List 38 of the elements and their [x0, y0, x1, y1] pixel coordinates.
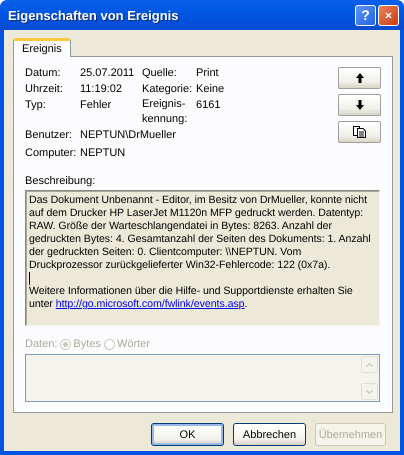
- field-label: Typ:: [25, 98, 47, 113]
- dialog-button[interactable]: Abbrechen: [233, 423, 306, 446]
- help-link[interactable]: http://go.microsoft.com/fwlink/events.asp: [56, 298, 245, 310]
- description-label: Beschreibung:: [25, 175, 96, 187]
- copy-button[interactable]: [338, 121, 381, 143]
- dialog-button[interactable]: OK: [151, 423, 224, 446]
- field-label: Uhrzeit:: [25, 82, 64, 97]
- move-up-button[interactable]: [338, 67, 381, 89]
- close-button[interactable]: [378, 4, 399, 26]
- field-label: Computer:: [25, 146, 78, 161]
- close-icon: [385, 10, 392, 20]
- chevron-up-icon: [366, 362, 373, 366]
- info-text: Weitere Informationen über die Hilfe- und Supportdienste erhalten Sie unter http://go.microsoft.com/fwlink/events.asp.: [29, 285, 354, 311]
- move-down-button[interactable]: [338, 94, 381, 116]
- description-field[interactable]: [25, 190, 380, 326]
- field-label: Ereignis-kennung:: [142, 97, 188, 127]
- field-value: Fehler: [80, 98, 112, 113]
- copy-icon: [353, 126, 366, 138]
- field-value: 11:19:02: [80, 82, 124, 97]
- down-arrow-icon: [356, 100, 364, 110]
- data-label: Daten:: [25, 338, 58, 350]
- up-arrow-icon: [356, 73, 364, 83]
- field-value: Keine: [196, 82, 224, 97]
- description-text: Das Dokument Unbenannt - Editor, im Besitz von DrMueller, konnte nicht auf dem Drucker HP LaserJet M1120n MFP gedruckt werden. Datentyp: RAW. Größe der Warteschlangendatei in Bytes: 8263. Anzahl der gedruckten Bytes: 4. Gesamtanzahl der Seiten des Dokuments: 1. Anzahl der gedruckten Seiten: 0. Clientcomputer: \\NEPTUN. Vom Druckprozessor zurückgelieferter Win32-Fehlercode: 122 (0x7a).: [29, 194, 372, 272]
- window-title: Eigenschaften von Ereignis: [8, 8, 180, 22]
- chevron-down-icon: [366, 390, 373, 394]
- field-value: Print: [196, 66, 220, 81]
- field-value: 25.07.2011: [80, 66, 136, 81]
- field-value: NEPTUN\DrMueller: [80, 128, 177, 143]
- help-button[interactable]: ?: [355, 4, 376, 26]
- field-label: Datum:: [25, 66, 62, 81]
- field-label: Quelle:: [142, 66, 178, 81]
- tab[interactable]: Ereignis: [13, 38, 71, 57]
- field-value: 6161: [196, 98, 222, 113]
- field-label: Benutzer:: [25, 128, 74, 143]
- text-cursor: [29, 272, 30, 285]
- field-label: Kategorie:: [142, 82, 194, 97]
- field-value: NEPTUN: [80, 146, 126, 161]
